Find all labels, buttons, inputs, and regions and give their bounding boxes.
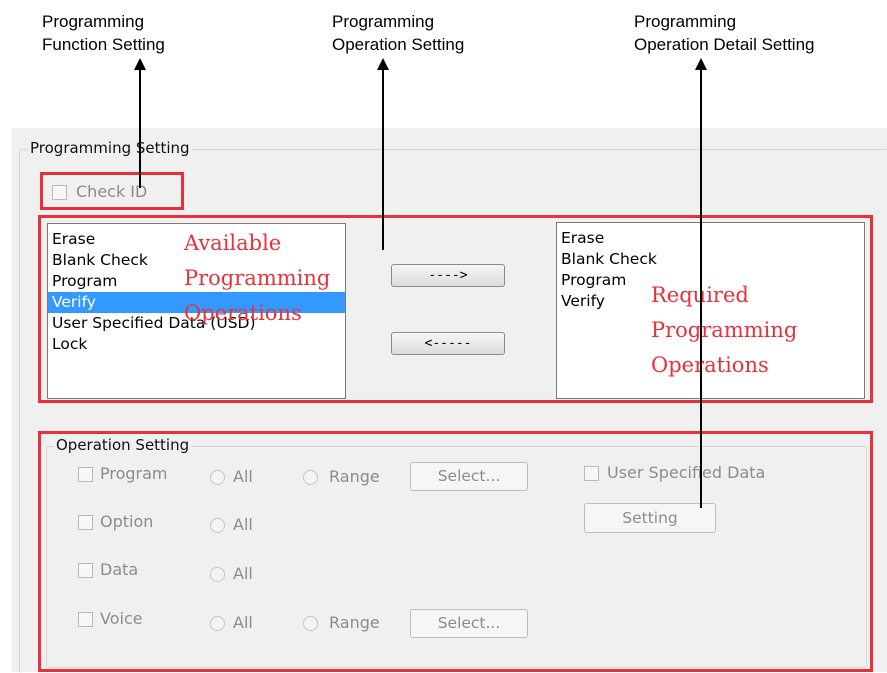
- required-operations-annotation: Required Programming Operations: [651, 283, 798, 377]
- voice-range-label: Range: [329, 613, 380, 632]
- operation-setting-title: Operation Setting: [54, 436, 192, 454]
- arrow-line: [139, 68, 141, 188]
- option-checkbox[interactable]: [78, 515, 93, 530]
- check-id-checkbox[interactable]: [52, 185, 67, 200]
- voice-all-radio[interactable]: [210, 616, 225, 631]
- remove-operation-button[interactable]: <-----: [391, 332, 505, 355]
- callout-operation-detail-setting: Programming Operation Detail Setting: [634, 12, 815, 54]
- voice-select-button[interactable]: Select...: [410, 609, 528, 638]
- user-specified-data-checkbox[interactable]: [584, 466, 599, 481]
- voice-checkbox[interactable]: [78, 612, 93, 627]
- list-item[interactable]: Lock: [48, 334, 345, 355]
- program-checkbox[interactable]: [78, 467, 93, 482]
- program-all-label: All: [233, 467, 253, 486]
- voice-range-radio[interactable]: [303, 616, 318, 631]
- option-all-label: All: [233, 515, 253, 534]
- data-all-radio[interactable]: [210, 567, 225, 582]
- voice-all-label: All: [233, 613, 253, 632]
- program-range-label: Range: [329, 467, 380, 486]
- arrow-line: [382, 68, 384, 250]
- list-item[interactable]: Erase: [557, 228, 864, 249]
- program-all-radio[interactable]: [210, 470, 225, 485]
- check-id-label: Check ID: [76, 182, 148, 201]
- program-range-radio[interactable]: [303, 470, 318, 485]
- user-specified-data-label: User Specified Data: [607, 463, 766, 482]
- data-label: Data: [100, 560, 139, 579]
- add-operation-button[interactable]: ---->: [391, 264, 505, 287]
- usd-setting-button[interactable]: Setting: [584, 503, 716, 533]
- program-label: Program: [100, 464, 168, 483]
- option-label: Option: [100, 512, 154, 531]
- voice-label: Voice: [100, 609, 143, 628]
- list-item[interactable]: Blank Check: [557, 249, 864, 270]
- callout-function-setting: Programming Function Setting: [42, 12, 165, 54]
- option-all-radio[interactable]: [210, 518, 225, 533]
- available-operations-annotation: Available Programming Operations: [184, 231, 331, 325]
- data-checkbox[interactable]: [78, 563, 93, 578]
- data-all-label: All: [233, 564, 253, 583]
- programming-setting-title: Programming Setting: [28, 139, 192, 157]
- program-select-button[interactable]: Select...: [410, 462, 528, 491]
- callout-operation-setting: Programming Operation Setting: [332, 12, 465, 54]
- arrow-line: [700, 68, 702, 508]
